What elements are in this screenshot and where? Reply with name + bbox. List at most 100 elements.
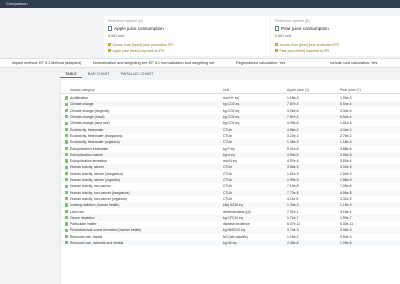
row-checkbox[interactable] — [65, 159, 69, 163]
cell-pear-juice: 1.53e-7 — [340, 215, 352, 220]
cell-unit: kg CO2 eq — [223, 121, 240, 126]
cell-apple-juice: 1.15e-2 — [287, 234, 299, 239]
source-link[interactable]: Aroma, from [pear] juice production IPS — [275, 43, 339, 47]
tab-parallel-chart[interactable]: PARALLEL CHART — [116, 72, 159, 79]
row-checkbox[interactable] — [65, 190, 69, 195]
cell-unit: CTUh — [223, 184, 232, 189]
row-checkbox[interactable] — [65, 203, 69, 207]
reference-value: 0.001 unit — [275, 34, 291, 38]
row-checkbox[interactable] — [65, 102, 69, 106]
table-row[interactable]: Ozone depletion kg CFC11 eq 1.71e-7 1.53e-7 — [61, 214, 400, 221]
table-row[interactable]: Human toxicity, cancer (organics) CTUh 2.0… — [61, 176, 400, 183]
cell-apple-juice: 5.41e-6 — [287, 146, 299, 151]
reference-name-link[interactable]: Apple juice consumption — [114, 26, 164, 31]
cell-impact-category: Climate change (biogenic) — [70, 108, 110, 113]
cell-unit: CTUh — [223, 190, 232, 195]
row-checkbox[interactable] — [65, 108, 69, 113]
row-checkbox[interactable] — [65, 146, 69, 150]
cell-unit: disease incidence — [223, 222, 250, 227]
header-unit[interactable]: Unit — [223, 88, 229, 92]
table-row[interactable]: Eutrophication marine kg N eq 4.94e-5 3.00e… — [61, 151, 400, 158]
table-row[interactable]: Climate change (fossil) kg CO2 eq 7.87e-4 6… — [61, 113, 400, 120]
product-icon — [108, 26, 112, 31]
cell-impact-category: Ozone depletion — [70, 215, 95, 220]
table-row[interactable]: Climate change (land use) kg CO2 eq 4.09e-… — [61, 120, 400, 126]
header-apple-juice[interactable]: Apple juice (1) — [287, 88, 309, 92]
table-row[interactable]: Human toxicity, non-cancer CTUh 7.14e-8 7.0… — [61, 183, 400, 189]
row-checkbox[interactable] — [65, 134, 69, 138]
cell-pear-juice: 7.05e-8 — [340, 184, 352, 189]
table-row[interactable]: Human toxicity, cancer CTUh 3.56e-9 3.02e-9 — [61, 164, 400, 171]
top-bar: Comparison — [0, 0, 400, 8]
cell-unit: kBq U235 eq — [223, 203, 243, 208]
row-checkbox[interactable] — [65, 178, 69, 182]
table-row[interactable]: Ionising radiation (human health) kBq U23… — [61, 202, 400, 209]
row-checkbox[interactable] — [65, 184, 69, 188]
reference-label: Reference system (A) — [108, 19, 143, 23]
row-checkbox[interactable] — [65, 140, 69, 144]
table-row[interactable]: Climate change kg CO2 eq 7.87e-4 6.54e-4 — [61, 101, 400, 108]
source-link[interactable]: Apple juice [fresh] Imported to IPS — [108, 49, 164, 53]
table-row[interactable]: Photochemical ozone formation (human hea… — [61, 227, 400, 234]
cell-impact-category: Photochemical ozone formation (human hea… — [70, 228, 142, 233]
cell-apple-juice: 7.72e-8 — [287, 190, 299, 195]
table-row[interactable]: Particulate matter disease incidence 8.47e… — [61, 221, 400, 227]
cell-pear-juice: 6.56e-8 — [340, 190, 352, 195]
row-checkbox[interactable] — [65, 121, 69, 125]
table-row[interactable]: Climate change (biogenic) kg CO2 eq 3.26e-… — [61, 108, 400, 114]
table-row[interactable]: Human toxicity, cancer (inorganics) CTUh 1… — [61, 171, 400, 177]
cell-impact-category: Ecotoxicity, freshwater (organics) — [70, 140, 120, 145]
reference-card-left: Reference system (A) Apple juice consump… — [104, 16, 270, 56]
row-checkbox[interactable] — [65, 228, 69, 232]
cell-unit: mol H+ eq — [223, 96, 239, 101]
app-title: Comparison — [6, 1, 28, 6]
table-row[interactable]: Resource use, minerals and metals kg Sb e… — [61, 239, 400, 246]
table-row[interactable]: Ecotoxicity, freshwater CTUe 4.86e-2 4.34e-… — [61, 126, 400, 133]
source-icon — [275, 49, 278, 52]
cell-pear-juice: 3.06e-3 — [340, 228, 352, 233]
table-row[interactable]: Eutrophication freshwater kg P eq 5.41e-6 4… — [61, 145, 400, 151]
cell-pear-juice: 4.34e-2 — [340, 127, 352, 132]
cell-apple-juice: 4.97e-4 — [287, 159, 299, 164]
cell-pear-juice: 1.09e-3 — [340, 96, 352, 101]
cell-impact-category: Climate change (land use) — [70, 121, 110, 126]
table-row[interactable]: Acidification mol H+ eq 1.18e-3 1.09e-3 — [61, 95, 400, 101]
row-checkbox[interactable] — [65, 115, 69, 119]
table-row[interactable]: Human toxicity, non-cancer (inorganics) C… — [61, 189, 400, 196]
table-row[interactable]: Resource use, fossils MJ (net calorific) 1… — [61, 234, 400, 240]
row-checkbox[interactable] — [65, 197, 69, 201]
tab-table[interactable]: TABLE — [60, 72, 82, 78]
cell-apple-juice: 8.47e-11 — [287, 222, 301, 227]
cell-unit: kg CFC11 eq — [223, 215, 243, 220]
table-row[interactable]: Ecotoxicity, freshwater (organics) CTUe 1.… — [61, 139, 400, 146]
cell-impact-category: Ecotoxicity, freshwater — [70, 127, 104, 132]
cell-apple-juice: 7.31e-1 — [287, 209, 299, 214]
row-checkbox[interactable] — [65, 127, 69, 132]
row-checkbox[interactable] — [65, 209, 69, 213]
row-checkbox[interactable] — [65, 234, 69, 239]
row-checkbox[interactable] — [65, 96, 69, 100]
table-row[interactable]: Human toxicity, non-cancer (organics) CTU… — [61, 196, 400, 202]
cell-apple-juice: 1.61e-9 — [287, 171, 299, 176]
cell-apple-juice: 2.45e-8 — [287, 241, 299, 246]
table-row[interactable]: Land use dimensionless (pt) 7.31e-1 3.16e-1 — [61, 208, 400, 214]
header-impact-category[interactable]: Impact category — [70, 88, 95, 92]
table-row[interactable]: Eutrophication terrestrial mol N eq 4.97e-… — [61, 158, 400, 164]
table-row[interactable]: Ecotoxicity, freshwater (inorganics) CTUe… — [61, 133, 400, 139]
cell-unit: CTUh — [223, 178, 232, 183]
row-checkbox[interactable] — [65, 216, 69, 220]
row-checkbox[interactable] — [65, 165, 69, 169]
header-pear-juice[interactable]: Pear juice (1) — [340, 88, 361, 92]
row-checkbox[interactable] — [65, 241, 69, 245]
cell-pear-juice: 6.54e-4 — [340, 102, 352, 107]
source-link[interactable]: Pear juice [fresh] Imported to IPS — [275, 49, 329, 53]
cell-pear-juice: 1.52e-9 — [340, 171, 352, 176]
source-link[interactable]: Aroma, from [apple] juice production IPS — [108, 43, 173, 47]
row-checkbox[interactable] — [65, 171, 69, 176]
source-icon — [108, 49, 111, 52]
tab-bar-chart[interactable]: BAR CHART — [83, 72, 115, 79]
row-checkbox[interactable] — [65, 222, 69, 226]
cell-unit: kg Sb eq — [223, 241, 237, 246]
row-checkbox[interactable] — [65, 153, 69, 157]
reference-name-link[interactable]: Pear juice consumption — [281, 26, 329, 31]
